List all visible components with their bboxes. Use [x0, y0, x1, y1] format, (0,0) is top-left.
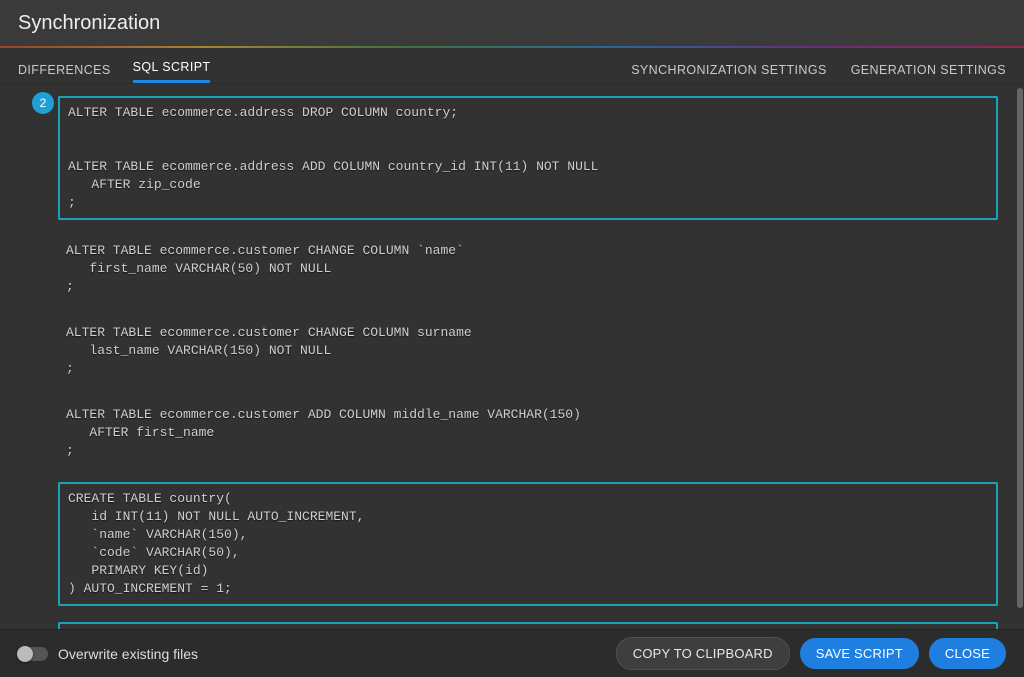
step-badge: 2 — [32, 92, 54, 114]
footer-bar: Overwrite existing files COPY TO CLIPBOA… — [0, 629, 1024, 677]
toggle-knob — [17, 646, 33, 662]
overwrite-label: Overwrite existing files — [58, 646, 198, 662]
content-area: 2 ALTER TABLE ecommerce.address DROP COL… — [0, 84, 1024, 629]
scrollbar-track[interactable] — [1017, 86, 1023, 627]
scrollbar-thumb[interactable] — [1017, 88, 1023, 608]
scroll-viewport: ALTER TABLE ecommerce.address DROP COLUM… — [0, 84, 1016, 629]
sql-block[interactable]: ALTER TABLE ecommerce.address DROP COLUM… — [58, 96, 998, 220]
sql-block[interactable]: ALTER TABLE ecommerce.customer CHANGE CO… — [58, 318, 998, 384]
save-script-button[interactable]: SAVE SCRIPT — [800, 638, 919, 669]
sync-window: Synchronization DIFFERENCES SQL SCRIPT S… — [0, 0, 1024, 677]
copy-to-clipboard-button[interactable]: COPY TO CLIPBOARD — [616, 637, 790, 670]
tab-generation-settings[interactable]: GENERATION SETTINGS — [851, 55, 1006, 83]
sql-block[interactable]: ALTER TABLE ecommerce.customer ADD COLUM… — [58, 400, 998, 466]
window-title: Synchronization — [18, 12, 160, 35]
sql-block[interactable]: ALTER TABLE ecommerce.customer CHANGE CO… — [58, 236, 998, 302]
toggle-track — [18, 647, 48, 661]
tab-sync-settings[interactable]: SYNCHRONIZATION SETTINGS — [631, 55, 827, 83]
close-button[interactable]: CLOSE — [929, 638, 1006, 669]
sql-script-view[interactable]: ALTER TABLE ecommerce.address DROP COLUM… — [0, 84, 1016, 629]
sql-block[interactable]: ALTER TABLE ecommerce.address ADD CONSTR… — [58, 622, 998, 629]
tab-differences[interactable]: DIFFERENCES — [18, 55, 111, 83]
titlebar: Synchronization — [0, 0, 1024, 46]
tab-sql-script[interactable]: SQL SCRIPT — [133, 52, 211, 83]
overwrite-toggle[interactable]: Overwrite existing files — [18, 646, 198, 662]
tab-bar: DIFFERENCES SQL SCRIPT SYNCHRONIZATION S… — [0, 48, 1024, 84]
sql-block[interactable]: CREATE TABLE country( id INT(11) NOT NUL… — [58, 482, 998, 606]
